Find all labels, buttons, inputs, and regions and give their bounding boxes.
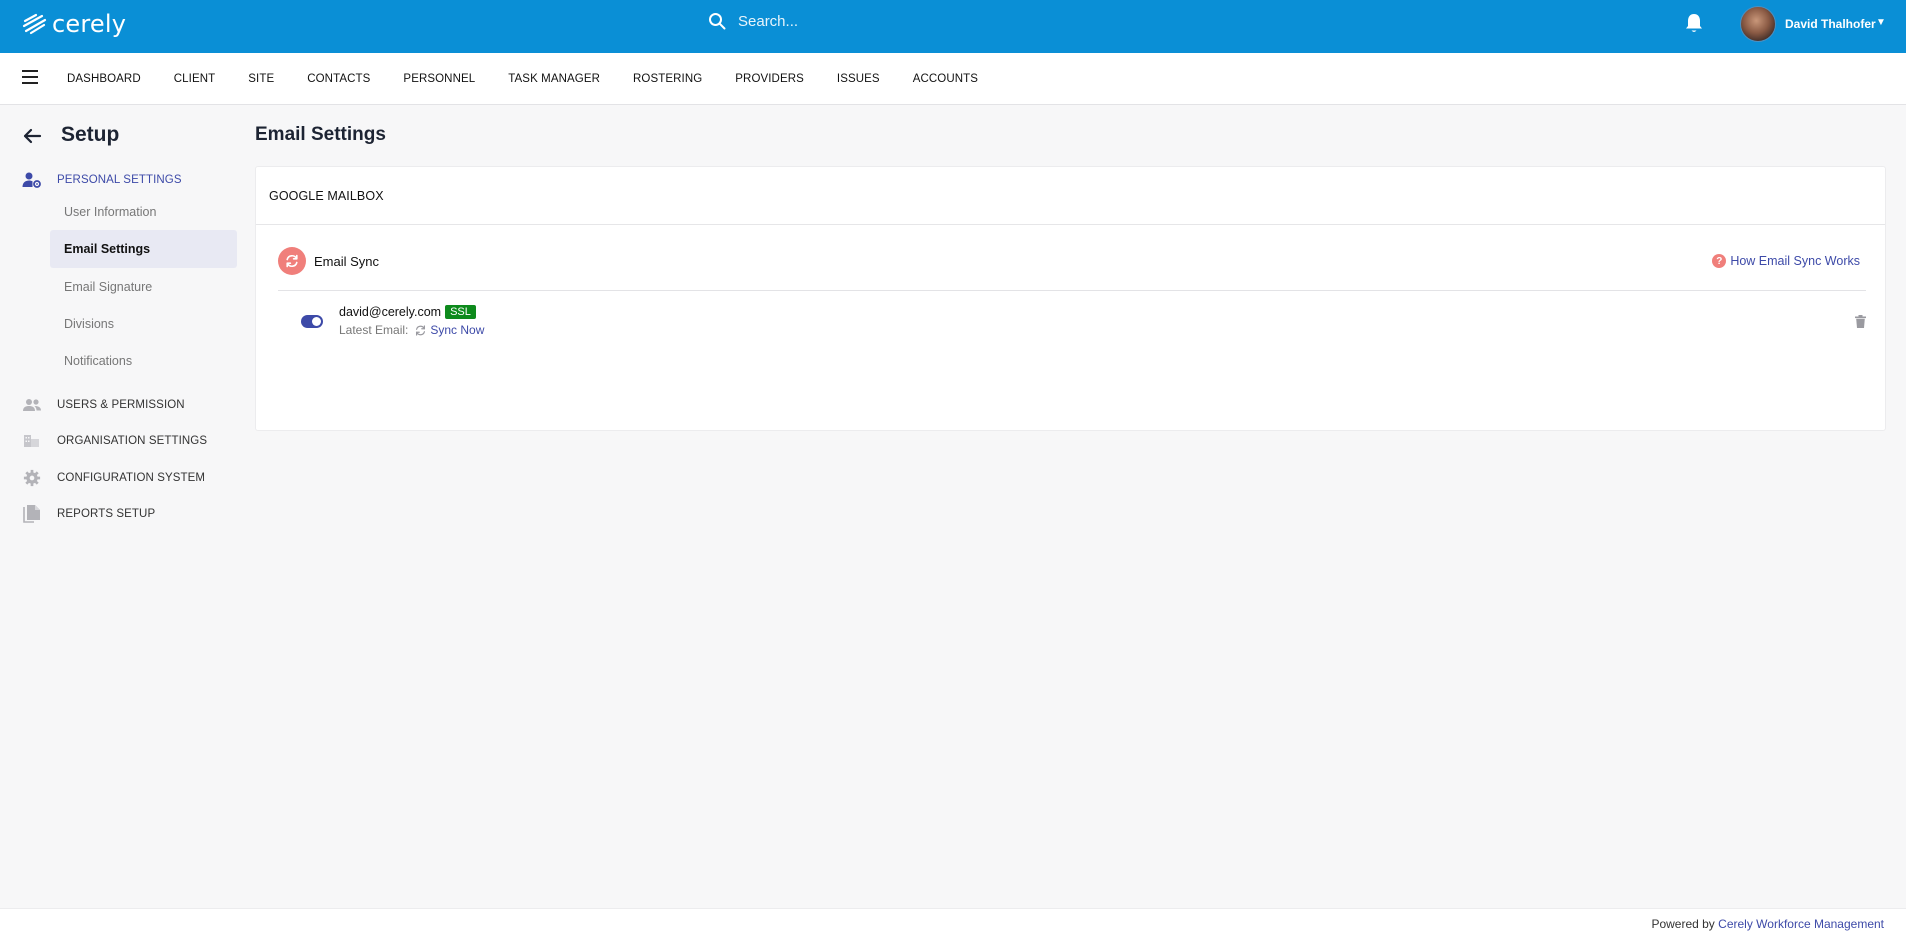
sync-now-button[interactable]: Sync Now [414,323,484,337]
users-icon [23,399,41,411]
person-settings-icon [22,172,41,188]
sidebar-section-reports-setup[interactable]: REPORTS SETUP [22,504,155,524]
nav-item-providers[interactable]: PROVIDERS [735,73,804,85]
page-title: Email Settings [255,124,386,145]
email-sync-row: Email Sync ? How Email Sync Works [278,247,1866,291]
nav-item-rostering[interactable]: ROSTERING [633,73,702,85]
sidebar-item-divisions[interactable]: Divisions [50,305,237,343]
search-icon [709,13,726,30]
delete-trash-icon[interactable] [1855,315,1866,331]
sidebar-item-email-signature[interactable]: Email Signature [50,268,237,306]
sidebar-section-label: CONFIGURATION SYSTEM [57,472,206,484]
email-sync-toggle[interactable] [301,315,323,328]
footer: Powered by Cerely Workforce Management [0,908,1906,937]
top-bar: cerely David Thalhofer ▼ [0,0,1906,53]
sidebar-section-label: PERSONAL SETTINGS [57,174,182,186]
logo-text: cerely [52,10,127,38]
nav-item-site[interactable]: SITE [248,73,274,85]
footer-prefix: Powered by [1651,917,1715,931]
nav-items: DASHBOARD CLIENT SITE CONTACTS PERSONNEL… [67,53,1011,105]
email-account: david@cerely.com SSL [339,305,476,319]
organisation-building-icon [24,435,39,447]
logo-mark-icon [22,13,47,35]
reports-document-icon [23,505,40,523]
footer-text: Powered by Cerely Workforce Management [1651,917,1884,931]
search-input[interactable] [738,12,1038,30]
how-email-sync-works-link[interactable]: ? How Email Sync Works [1712,254,1860,268]
notifications-bell-icon[interactable] [1683,11,1705,38]
setup-title: Setup [61,123,120,146]
sidebar-item-email-settings[interactable]: Email Settings [50,230,237,268]
sidebar-section-users-permission[interactable]: USERS & PERMISSION [22,397,185,413]
main-nav-bar: DASHBOARD CLIENT SITE CONTACTS PERSONNEL… [0,53,1906,105]
sidebar-section-label: ORGANISATION SETTINGS [57,435,208,447]
sync-icon [278,247,306,275]
gear-icon [23,469,41,487]
latest-email-line: Latest Email: Sync Now [339,323,484,337]
nav-item-accounts[interactable]: ACCOUNTS [913,73,978,85]
google-mailbox-card: GOOGLE MAILBOX Email Sync ? How Email Sy… [255,166,1886,431]
email-address: david@cerely.com [339,305,442,319]
hamburger-menu-icon[interactable] [22,70,38,84]
nav-item-issues[interactable]: ISSUES [837,73,880,85]
nav-item-personnel[interactable]: PERSONNEL [403,73,475,85]
nav-item-dashboard[interactable]: DASHBOARD [67,73,141,85]
email-sync-label: Email Sync [314,254,380,269]
sidebar-item-notifications[interactable]: Notifications [50,342,237,380]
nav-item-client[interactable]: CLIENT [174,73,216,85]
sidebar-section-organisation-settings[interactable]: ORGANISATION SETTINGS [22,433,207,449]
sidebar-section-label: REPORTS SETUP [57,508,156,520]
back-arrow-icon[interactable] [22,127,42,148]
latest-email-label: Latest Email: [339,323,409,337]
user-menu-caret-icon[interactable]: ▼ [1876,17,1886,28]
sidebar-section-label: USERS & PERMISSION [57,399,185,411]
card-header: GOOGLE MAILBOX [256,167,1885,225]
sync-now-label: Sync Now [430,323,485,337]
ssl-badge: SSL [445,305,476,319]
user-avatar[interactable] [1740,6,1776,42]
sidebar-section-personal-settings[interactable]: PERSONAL SETTINGS [22,171,182,189]
refresh-icon [416,324,426,336]
nav-item-task-manager[interactable]: TASK MANAGER [508,73,600,85]
user-name[interactable]: David Thalhofer [1785,17,1876,31]
footer-link[interactable]: Cerely Workforce Management [1718,917,1884,931]
help-link-label: How Email Sync Works [1730,254,1860,268]
sidebar-section-configuration-system[interactable]: CONFIGURATION SYSTEM [22,469,205,487]
help-question-icon: ? [1712,254,1727,268]
cerely-logo[interactable]: cerely [22,10,126,38]
nav-item-contacts[interactable]: CONTACTS [307,73,370,85]
search-bar[interactable] [708,12,1038,30]
email-account-row: david@cerely.com SSL Latest Email: Sync … [301,305,1866,345]
sidebar-item-user-information[interactable]: User Information [50,193,237,231]
